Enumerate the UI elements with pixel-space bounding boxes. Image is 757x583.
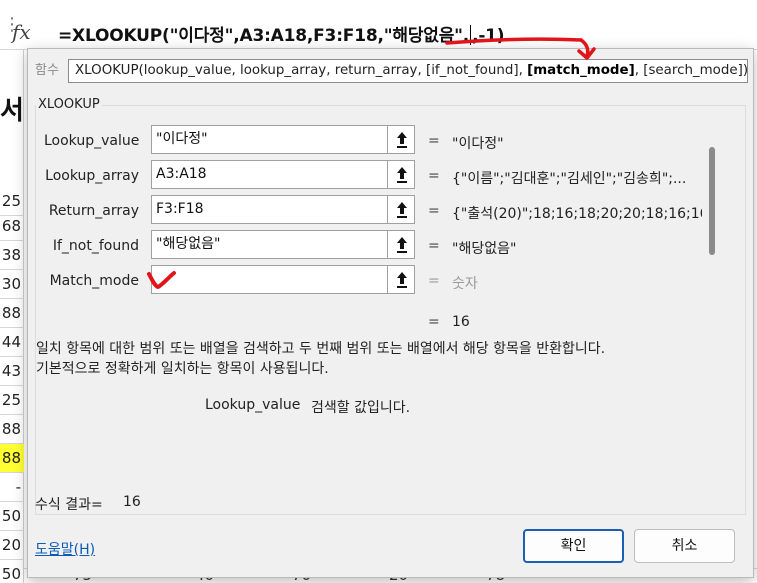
arg-label-lookup-array: Lookup_array xyxy=(45,168,139,184)
sheet-cell[interactable]: 44 xyxy=(0,328,24,357)
formula-input[interactable]: =XLOOKUP("이다정",A3:A18,F3:F18,"해당없음", ,-1) xyxy=(58,21,505,46)
formula-segment: =XLOOKUP( xyxy=(58,26,170,46)
arg-label-return-array: Return_array xyxy=(48,203,139,219)
collapse-dialog-button[interactable] xyxy=(387,160,415,189)
function-description: 일치 항목에 대한 범위 또는 배열을 검색하고 두 번째 범위 또는 배열에서… xyxy=(36,341,606,357)
collapse-dialog-icon xyxy=(397,272,407,288)
function-result-value: 16 xyxy=(452,314,470,330)
help-link[interactable]: 도움말(H) xyxy=(35,539,95,559)
arg-result-match-mode: 숫자 xyxy=(452,276,478,292)
dialog-title: 함수 xyxy=(35,63,59,78)
equals-sign: = xyxy=(428,168,440,184)
formula-bar: ⋮ fx =XLOOKUP("이다정",A3:A18,F3:F18,"해당없음"… xyxy=(0,0,757,50)
sheet-cell[interactable]: 88 xyxy=(0,415,24,444)
arg-result-lookup-value: "이다정" xyxy=(452,136,504,152)
arg-label-lookup-value: Lookup_value xyxy=(44,133,140,149)
equals-sign: = xyxy=(428,203,440,219)
sheet-cell[interactable]: 88 xyxy=(0,444,24,473)
arg-result-return-array: {"출석(20)";18;16;18;20;20;18;16;16;... xyxy=(452,206,702,222)
arg-result-lookup-array: {"이름";"김대훈";"김세인";"김송희";... xyxy=(452,171,687,187)
ok-button[interactable]: 확인 xyxy=(523,529,624,563)
equals-sign: = xyxy=(428,133,440,149)
cancel-button[interactable]: 취소 xyxy=(634,529,735,563)
annotation-underline-arrow xyxy=(445,37,596,60)
collapse-dialog-button[interactable] xyxy=(387,265,415,294)
function-signature-tooltip: XLOOKUP(lookup_value, lookup_array, retu… xyxy=(68,59,748,83)
return-array-input[interactable]: F3:F18 xyxy=(151,195,415,224)
group-label: XLOOKUP xyxy=(36,97,102,112)
function-description: 기본적으로 정확하게 일치하는 항목이 사용됩니다. xyxy=(36,361,329,377)
collapse-dialog-icon xyxy=(397,202,407,218)
formula-result-value: 16 xyxy=(123,494,141,510)
sheet-cell[interactable]: 38 xyxy=(0,241,24,270)
sheet-cell[interactable]: 88 xyxy=(0,299,24,328)
if-not-found-input[interactable]: "해당없음" xyxy=(151,230,415,259)
lookup-value-input[interactable]: "이다정" xyxy=(151,125,415,154)
collapse-dialog-button[interactable] xyxy=(387,125,415,154)
sheet-cell[interactable]: 43 xyxy=(0,357,24,386)
sheet-cell[interactable]: 50 xyxy=(0,502,24,531)
collapse-dialog-button[interactable] xyxy=(387,195,415,224)
arg-result-if-not-found: "해당없음" xyxy=(452,241,517,257)
sheet-column: 25 68 38 30 88 44 43 25 88 88-50 20 50 xyxy=(0,50,24,583)
match-mode-input[interactable] xyxy=(151,265,415,294)
arg-label-match-mode: Match_mode xyxy=(49,273,139,289)
function-arguments-dialog: 함수 XLOOKUP(lookup_value, lookup_array, r… xyxy=(27,48,754,578)
sheet-cell[interactable]: 30 xyxy=(0,270,24,299)
sheet-cell[interactable]: 20 xyxy=(0,531,24,560)
tooltip-suffix: , [search_mode]) xyxy=(634,63,748,78)
argument-help-text: 검색할 값입니다. xyxy=(311,400,411,416)
annotation-check-mark xyxy=(147,271,176,289)
arg-label-if-not-found: If_not_found xyxy=(52,238,139,254)
lookup-array-input[interactable]: A3:A18 xyxy=(151,160,415,189)
sheet-cell[interactable]: 50 xyxy=(0,560,24,583)
equals-sign: = xyxy=(428,314,440,330)
formula-segment: "이다정" xyxy=(169,26,234,46)
sheet-cell[interactable]: - xyxy=(0,473,24,502)
sheet-cell[interactable]: 25 xyxy=(0,386,24,415)
argument-help-name: Lookup_value xyxy=(205,397,301,413)
equals-sign: = xyxy=(428,273,440,289)
formula-result-label: 수식 결과= xyxy=(35,497,103,513)
collapse-dialog-icon xyxy=(397,167,407,183)
scrollbar-thumb[interactable] xyxy=(709,147,715,255)
collapse-dialog-icon xyxy=(397,237,407,253)
sheet-cell[interactable]: 68 xyxy=(0,212,24,241)
fx-icon[interactable]: fx xyxy=(12,20,31,44)
equals-sign: = xyxy=(428,238,440,254)
collapse-dialog-icon xyxy=(397,132,407,148)
formula-segment: ,A3:A18,F3:F18, xyxy=(233,26,384,46)
collapse-dialog-button[interactable] xyxy=(387,230,415,259)
sheet-header-char: 서 xyxy=(0,96,24,126)
